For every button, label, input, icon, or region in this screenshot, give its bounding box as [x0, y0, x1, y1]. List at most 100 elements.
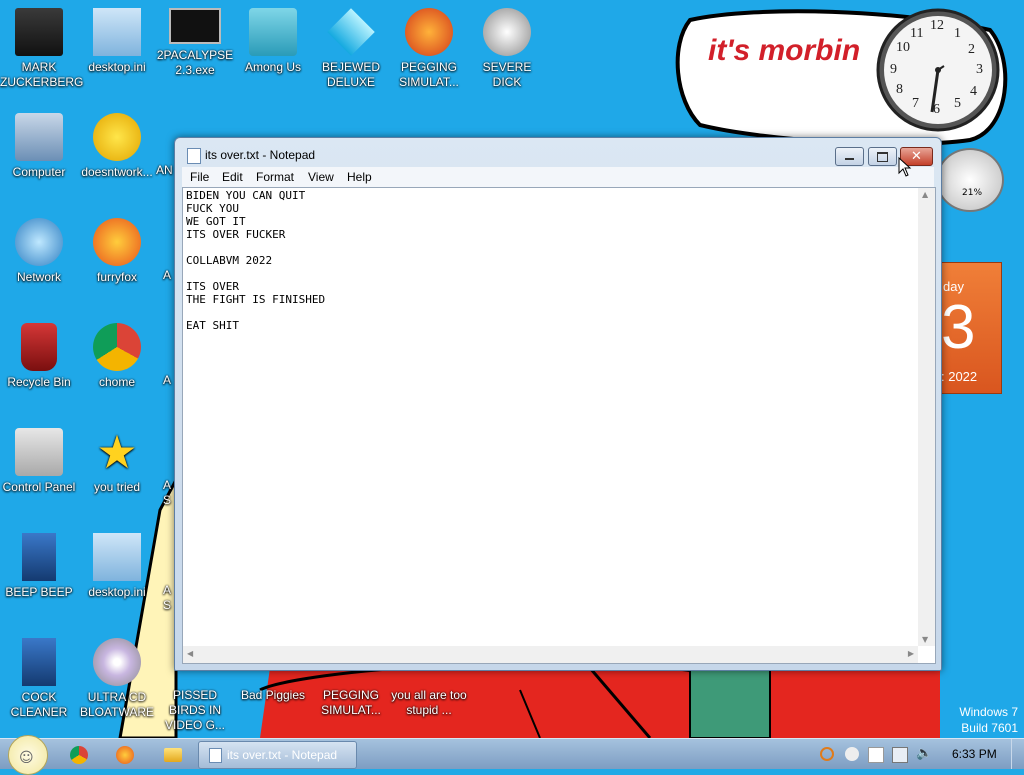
cpu-meter-value: 21% [962, 188, 983, 198]
volume-icon[interactable]: 🔈 [916, 747, 932, 761]
clock-number: 2 [968, 42, 975, 57]
calendar-date: 3 [941, 293, 976, 362]
desktop-icon-ultra-cd-bloatware[interactable]: ULTRA CD BLOATWARE [78, 638, 156, 720]
calendar-gadget[interactable]: day 3 : 2022 [940, 262, 1002, 394]
desktop-icon-severe-dick[interactable]: SEVERE DICK [468, 8, 546, 90]
show-desktop-button[interactable] [1011, 739, 1024, 769]
firefox-taskbar-icon[interactable] [116, 746, 134, 764]
yahoo-messenger-icon [93, 113, 141, 161]
title-bar[interactable]: its over.txt - Notepad ✕ [175, 138, 941, 168]
chrome-icon [93, 323, 141, 371]
cd-icon [93, 638, 141, 686]
watermark-line1: Windows 7 [959, 705, 1018, 719]
star-icon: ★ [96, 426, 138, 478]
desktop-icon-among-us[interactable]: Among Us [234, 8, 312, 75]
watermark-line2: Build 7601 [961, 721, 1018, 735]
text-editor[interactable]: BIDEN YOU CAN QUIT FUCK YOU WE GOT IT IT… [182, 187, 936, 664]
desktop-icon-partial[interactable]: AN [156, 163, 176, 178]
notepad-window[interactable]: its over.txt - Notepad ✕ File Edit Forma… [174, 137, 942, 671]
start-orb-icon: ☺ [19, 750, 34, 766]
explorer-taskbar-icon[interactable] [164, 748, 182, 762]
minimize-button[interactable] [835, 147, 864, 166]
security-flag-icon[interactable] [868, 747, 884, 763]
network-icon [15, 218, 63, 266]
banner-text: it's morbin [708, 34, 861, 67]
computer-icon [15, 113, 63, 161]
menu-edit[interactable]: Edit [222, 170, 243, 184]
minimize-icon [845, 158, 854, 160]
menu-bar: File Edit Format View Help [182, 167, 934, 187]
desktop-icon-recycle-bin[interactable]: Recycle Bin [0, 323, 78, 390]
firefox-icon [93, 218, 141, 266]
vertical-scrollbar[interactable]: ▲ ▼ [918, 188, 935, 646]
horizontal-scrollbar[interactable]: ◀ ▶ [183, 646, 918, 663]
gem-icon [327, 8, 375, 56]
document-text[interactable]: BIDEN YOU CAN QUIT FUCK YOU WE GOT IT IT… [186, 189, 325, 332]
start-button[interactable]: ☺ [8, 735, 48, 775]
taskbar: ☺ its over.txt - Notepad 🔈 6:33 PM [0, 735, 1024, 775]
desktop-icon-2pacalypse[interactable]: 2PACALYPSE 2.3.exe [156, 8, 234, 78]
peggle-icon [405, 8, 453, 56]
desktop-icon-beep-beep[interactable]: BEEP BEEP [0, 533, 78, 600]
desktop-icon-desktop-ini[interactable]: desktop.ini [78, 8, 156, 75]
desktop-icon-bad-piggies[interactable]: Bad Piggies [234, 688, 312, 703]
gear-icon [483, 8, 531, 56]
desktop-icon-control-panel[interactable]: Control Panel [0, 428, 78, 495]
clock-number: 1 [954, 26, 961, 41]
clock-number: 12 [930, 18, 944, 33]
menu-file[interactable]: File [190, 170, 209, 184]
scroll-down-icon[interactable]: ▼ [922, 635, 928, 644]
clock-number: 10 [896, 40, 910, 55]
desktop-icon-doesntwork[interactable]: doesntwork... [78, 113, 156, 180]
clock-numbers: 12 1 2 3 4 5 6 7 8 9 10 11 [874, 6, 1002, 134]
chrome-taskbar-icon[interactable] [70, 746, 88, 764]
notepad-taskbar-icon [209, 748, 222, 763]
among-us-icon [249, 8, 297, 56]
emoji-tray-icon[interactable] [845, 747, 859, 761]
book-icon [22, 638, 56, 686]
taskbar-clock[interactable]: 6:33 PM [952, 747, 997, 761]
windows-watermark: Windows 7 Build 7601 [959, 704, 1018, 736]
settings-file-icon [93, 8, 141, 56]
clock-number: 11 [910, 26, 924, 41]
clock-number: 7 [912, 96, 919, 111]
scroll-right-icon[interactable]: ▶ [908, 649, 914, 658]
scroll-left-icon[interactable]: ◀ [187, 649, 193, 658]
desktop-icon-desktop-ini-2[interactable]: desktop.ini [78, 533, 156, 600]
desktop-icon-cock-cleaner[interactable]: COCK CLEANER [0, 638, 78, 720]
cpu-meter-gadget[interactable]: 21% [936, 148, 1004, 212]
clock-number: 5 [954, 96, 961, 111]
book-icon [22, 533, 56, 581]
scroll-up-icon[interactable]: ▲ [922, 190, 928, 199]
desktop-icon-bejewed-deluxe[interactable]: BEJEWED DELUXE [312, 8, 390, 90]
taskbar-notepad-button[interactable]: its over.txt - Notepad [198, 741, 357, 769]
desktop-icon-pissed-birds[interactable]: PISSED BIRDS IN VIDEO G... [156, 688, 234, 733]
desktop-icon-pegging-simulator[interactable]: PEGGING SIMULAT... [390, 8, 468, 90]
settings-file-icon [93, 533, 141, 581]
clock-number: 8 [896, 82, 903, 97]
desktop-icon-you-all-are-too-stupid[interactable]: you all are too stupid ... [390, 688, 468, 718]
desktop-icon-network[interactable]: Network [0, 218, 78, 285]
maximize-button[interactable] [868, 147, 897, 166]
menu-help[interactable]: Help [347, 170, 372, 184]
network-tray-icon[interactable] [892, 747, 908, 763]
taskbar-task-label: its over.txt - Notepad [227, 748, 338, 762]
notepad-icon [187, 148, 201, 164]
window-title: its over.txt - Notepad [205, 148, 316, 162]
maximize-icon [877, 152, 888, 162]
desktop-icon-pegging-simulator-2[interactable]: PEGGING SIMULAT... [312, 688, 390, 718]
calendar-year: : 2022 [941, 369, 978, 384]
desktop-icon-you-tried[interactable]: ★ you tried [78, 428, 156, 495]
clock-number: 6 [933, 102, 940, 117]
clock-number: 3 [976, 62, 983, 77]
menu-view[interactable]: View [308, 170, 334, 184]
folder-icon [15, 8, 63, 56]
menu-format[interactable]: Format [256, 170, 294, 184]
desktop-icon-furryfox[interactable]: furryfox [78, 218, 156, 285]
close-icon: ✕ [911, 149, 922, 164]
desktop-icon-computer[interactable]: Computer [0, 113, 78, 180]
desktop-icon-chome[interactable]: chome [78, 323, 156, 390]
terminal-icon [169, 8, 221, 44]
search-tray-icon[interactable] [820, 747, 834, 761]
desktop-icon-mark-zuckerberg[interactable]: MARK ZUCKERBERG [0, 8, 83, 90]
